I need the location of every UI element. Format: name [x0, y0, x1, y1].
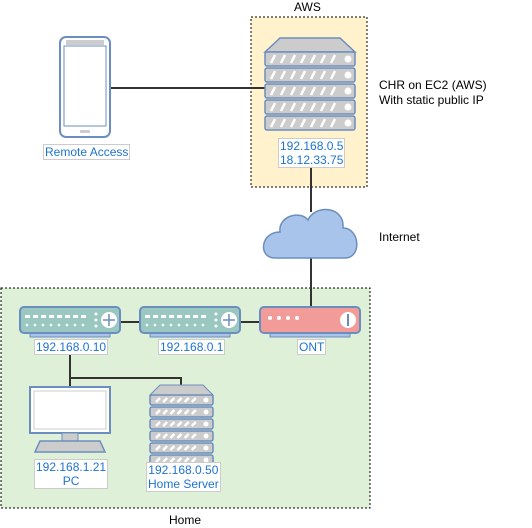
pc-monitor-icon — [29, 386, 111, 453]
aws-server-label: 192.168.0.5 18.12.33.75 — [278, 138, 346, 168]
router-label: 192.168.0.1 — [158, 339, 226, 355]
pc-label: 192.168.1.21 PC — [34, 459, 109, 489]
home-group-label: Home — [169, 513, 202, 527]
home-server-ip: 192.168.0.50 — [148, 463, 219, 477]
aws-server-private-ip: 192.168.0.5 — [280, 139, 344, 153]
ont-icon — [259, 306, 361, 338]
server-rack-unit — [264, 99, 356, 115]
cloud-icon — [262, 208, 358, 259]
home-server-label: 192.168.0.50 Home Server — [146, 462, 221, 492]
phone-icon — [59, 36, 111, 138]
internet-label: Internet — [379, 230, 420, 244]
pc-ip: 192.168.1.21 — [36, 460, 107, 474]
home-server-name: Home Server — [148, 477, 219, 491]
aws-server-public-ip: 18.12.33.75 — [280, 153, 344, 167]
server-rack-unit — [264, 115, 356, 131]
router-icon — [139, 306, 241, 338]
server-rack-unit — [264, 83, 356, 99]
phone-label: Remote Access — [43, 144, 131, 160]
pc-name: PC — [62, 474, 80, 488]
chr-note-line1: CHR on EC2 (AWS) — [379, 78, 487, 92]
server-rack-unit — [264, 51, 356, 67]
switch-icon — [19, 306, 121, 338]
aws-group-label: AWS — [294, 0, 321, 14]
aws-server-icon — [263, 37, 357, 131]
home-server-icon — [148, 384, 215, 466]
switch-label: 192.168.0.10 — [34, 339, 109, 355]
chr-note-line2: With static public IP — [379, 93, 484, 107]
ont-label: ONT — [297, 339, 327, 355]
server-rack-unit — [264, 67, 356, 83]
network-diagram: AWS Home CHR on EC2 (AWS) With static pu… — [0, 0, 532, 528]
